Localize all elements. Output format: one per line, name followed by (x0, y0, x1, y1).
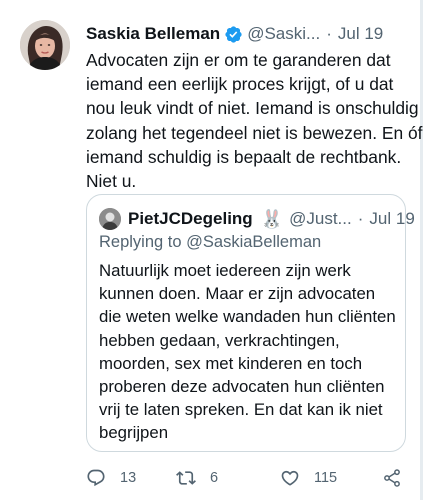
like-count: 115 (314, 470, 338, 486)
quoted-text-line: Natuurlijk moet iedereen zijn werk (99, 261, 351, 280)
quoted-tweet-header: PietJCDegeling 🐰 @Just... · Jul 19 (99, 207, 415, 231)
tweet-text-line: nou leuk vindt of niet. Iemand is onschu… (86, 98, 419, 119)
share-icon (384, 469, 400, 487)
separator-dot: · (357, 209, 364, 228)
quoted-author-handle[interactable]: @Just... (289, 209, 352, 229)
tweet-text-line: zolang het tegendeel niet is bewezen. En… (86, 122, 423, 143)
quoted-text-line: vrij te laten spreken. En dat kan ik nie… (99, 400, 383, 420)
retweet-button[interactable]: 6 (176, 468, 218, 488)
share-button[interactable] (382, 468, 402, 488)
separator-dot: · (326, 24, 332, 43)
tweet-text-line: Niet u. (86, 171, 137, 192)
quoted-author-avatar[interactable] (99, 208, 121, 230)
heart-icon (281, 470, 299, 486)
author-handle[interactable]: @Saski... (247, 24, 320, 44)
reply-button[interactable]: 13 (86, 468, 136, 488)
replying-mention[interactable]: @SaskiaBelleman (186, 233, 321, 251)
tweet-text-line: iemand een eerlijk proces krijgt, of u d… (86, 74, 394, 95)
quoted-text-line: moorden, sex met kinderen en toch (99, 353, 363, 373)
quoted-tweet-text: Natuurlijk moet iedereen zijn werk kunne… (99, 259, 399, 445)
quoted-text-line: begrijpen (99, 423, 169, 443)
tweet-header: Saskia Belleman @Saski... · Jul 19 (86, 22, 409, 46)
author-name[interactable]: Saskia Belleman (86, 24, 220, 44)
tweet-text: Advocaten zijn er om te garanderen dat i… (86, 48, 423, 193)
replying-prefix: Replying to (99, 233, 187, 251)
quoted-text-line: kunnen doen. Maar er zijn advocaten (99, 284, 376, 304)
author-avatar[interactable] (20, 20, 70, 70)
tweet-card[interactable]: Saskia Belleman @Saski... · Jul 19 Advoc… (0, 0, 423, 500)
retweet-count: 6 (210, 470, 219, 486)
reply-count: 13 (120, 470, 137, 486)
quoted-tweet-date[interactable]: Jul 19 (369, 209, 414, 229)
quoted-tweet[interactable]: PietJCDegeling 🐰 @Just... · Jul 19 Reply… (86, 194, 415, 452)
quoted-author-name[interactable]: PietJCDegeling (128, 209, 253, 229)
comment-icon (87, 469, 105, 487)
quoted-text-line: proberen deze advocaten hun cliënten (99, 377, 385, 397)
action-bar: 13 6 115 (86, 466, 406, 490)
quoted-text-line: die weten welke wandaden hun cliënten (99, 307, 396, 327)
quoted-text-line: hebben gedaan, verkrachtingen, (99, 330, 340, 350)
tweet-text-line: Advocaten zijn er om te garanderen dat (86, 50, 391, 70)
retweet-icon (176, 471, 196, 485)
verified-badge-icon (225, 25, 242, 43)
rabbit-emoji-icon: 🐰 (260, 208, 284, 229)
replying-to: Replying to @SaskiaBelleman (99, 233, 321, 252)
like-button[interactable]: 115 (280, 468, 337, 488)
tweet-text-line: iemand schuldig is bepaalt de rechtbank. (86, 146, 402, 167)
tweet-date[interactable]: Jul 19 (338, 24, 383, 44)
